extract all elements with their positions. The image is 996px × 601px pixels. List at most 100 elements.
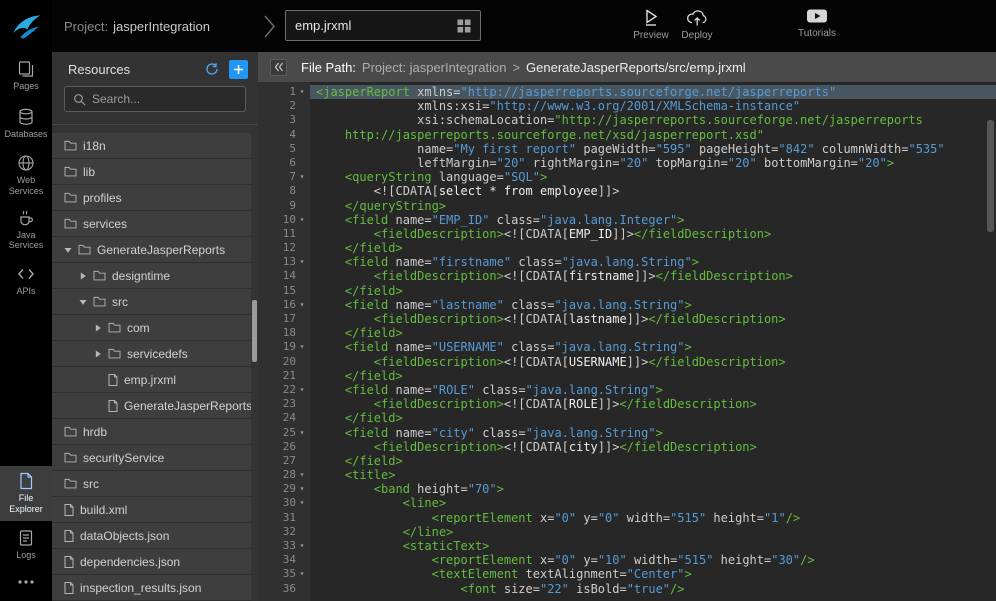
- app-logo[interactable]: [0, 0, 52, 52]
- fold-toggle-icon[interactable]: ▾: [296, 170, 308, 184]
- tree-item-build-xml[interactable]: build.xml: [52, 497, 251, 523]
- more-button[interactable]: [0, 569, 52, 601]
- code-line[interactable]: leftMargin="20" rightMargin="20" topMarg…: [310, 156, 996, 170]
- code-line[interactable]: <fieldDescription><![CDATA[USERNAME]]></…: [310, 355, 996, 369]
- tree-item-dependencies-json[interactable]: dependencies.json: [52, 549, 251, 575]
- tree-item-emp-jrxml[interactable]: emp.jrxml: [52, 367, 251, 393]
- code-line[interactable]: <jasperReport xmlns="http://jasperreport…: [310, 85, 996, 99]
- code-line[interactable]: <queryString language="SQL">: [310, 170, 996, 184]
- search-box: [64, 86, 246, 112]
- tree-item-i18n[interactable]: i18n: [52, 133, 251, 159]
- tree-item-lib[interactable]: lib: [52, 159, 251, 185]
- code-line[interactable]: <font size="22" isBold="true"/>: [310, 582, 996, 596]
- code-line[interactable]: <reportElement x="0" y="0" width="515" h…: [310, 511, 996, 525]
- code-line[interactable]: <fieldDescription><![CDATA[city]]></fiel…: [310, 440, 996, 454]
- tree-item-servicedefs[interactable]: servicedefs: [52, 341, 251, 367]
- caret-down-icon[interactable]: [79, 298, 87, 306]
- code-line[interactable]: name="My first report" pageWidth="595" p…: [310, 142, 996, 156]
- java-services-icon: [17, 209, 35, 227]
- code-line[interactable]: </field>: [310, 411, 996, 425]
- tree-item-label: securityService: [83, 451, 164, 465]
- fold-toggle-icon[interactable]: ▾: [296, 383, 308, 397]
- rail-item-logs[interactable]: Logs: [0, 521, 52, 569]
- fold-toggle-icon[interactable]: ▾: [296, 496, 308, 510]
- caret-down-icon[interactable]: [64, 246, 72, 254]
- fold-toggle-icon[interactable]: ▾: [296, 213, 308, 227]
- fold-toggle-icon[interactable]: ▾: [296, 426, 308, 440]
- fold-toggle-icon[interactable]: ▾: [296, 468, 308, 482]
- tutorials-button[interactable]: Tutorials: [789, 7, 845, 39]
- fold-toggle-icon[interactable]: ▾: [296, 567, 308, 581]
- tree-item-src[interactable]: src: [52, 471, 251, 497]
- code-line[interactable]: <fieldDescription><![CDATA[EMP_ID]]></fi…: [310, 227, 996, 241]
- deploy-button[interactable]: Deploy: [669, 7, 725, 41]
- tree-item-designtime[interactable]: designtime: [52, 263, 251, 289]
- rail-item-java-services[interactable]: Java Services: [0, 203, 52, 258]
- code-line[interactable]: <fieldDescription><![CDATA[firstname]]><…: [310, 269, 996, 283]
- code-line[interactable]: <line>: [310, 496, 996, 510]
- rail-item-pages[interactable]: Pages: [0, 52, 52, 100]
- project-name: jasperIntegration: [113, 19, 210, 34]
- caret-right-icon[interactable]: [94, 324, 102, 332]
- code-line[interactable]: <staticText>: [310, 539, 996, 553]
- rail-item-web-services[interactable]: Web Services: [0, 148, 52, 203]
- tree-item-hrdb[interactable]: hrdb: [52, 419, 251, 445]
- plus-icon: [233, 64, 244, 75]
- tree-item-dataobjects-json[interactable]: dataObjects.json: [52, 523, 251, 549]
- code-line[interactable]: xsi:schemaLocation="http://jasperreports…: [310, 113, 996, 127]
- file-selector[interactable]: emp.jrxml: [285, 10, 481, 41]
- resources-title: Resources: [68, 62, 205, 77]
- code-line[interactable]: <fieldDescription><![CDATA[ROLE]]></fiel…: [310, 397, 996, 411]
- rail-item-file-explorer[interactable]: File Explorer: [0, 466, 52, 521]
- tree-item-generatejasperreports[interactable]: GenerateJasperReports: [52, 237, 251, 263]
- code-line[interactable]: </line>: [310, 525, 996, 539]
- tree-item-generatejasperreports-s[interactable]: GenerateJasperReports.s: [52, 393, 251, 419]
- caret-right-icon[interactable]: [79, 272, 87, 280]
- code-line[interactable]: <field name="city" class="java.lang.Stri…: [310, 426, 996, 440]
- collapse-sidebar-button[interactable]: [270, 59, 287, 76]
- code-line[interactable]: </field>: [310, 326, 996, 340]
- code-line[interactable]: <title>: [310, 468, 996, 482]
- code-line[interactable]: <textElement textAlignment="Center">: [310, 567, 996, 581]
- fold-toggle-icon[interactable]: ▾: [296, 85, 308, 99]
- code-line[interactable]: xmlns:xsi="http://www.w3.org/2001/XMLSch…: [310, 99, 996, 113]
- fold-toggle-icon[interactable]: ▾: [296, 539, 308, 553]
- fold-toggle-icon[interactable]: ▾: [296, 298, 308, 312]
- code-line[interactable]: <field name="EMP_ID" class="java.lang.In…: [310, 213, 996, 227]
- code-line[interactable]: </field>: [310, 369, 996, 383]
- code-line[interactable]: </field>: [310, 284, 996, 298]
- refresh-icon[interactable]: [205, 62, 219, 76]
- code-line[interactable]: <field name="USERNAME" class="java.lang.…: [310, 340, 996, 354]
- file-icon: [108, 400, 118, 412]
- add-resource-button[interactable]: [229, 60, 248, 79]
- code-line[interactable]: <fieldDescription><![CDATA[lastname]]></…: [310, 312, 996, 326]
- code-line[interactable]: <field name="firstname" class="java.lang…: [310, 255, 996, 269]
- tree-item-com[interactable]: com: [52, 315, 251, 341]
- code-line[interactable]: <![CDATA[select * from employee]]>: [310, 184, 996, 198]
- code-line[interactable]: <band height="70">: [310, 482, 996, 496]
- rail-item-databases[interactable]: Databases: [0, 100, 52, 148]
- caret-right-icon[interactable]: [94, 350, 102, 358]
- rail-item-apis[interactable]: APIs: [0, 257, 52, 305]
- search-input[interactable]: [92, 92, 237, 106]
- code-line[interactable]: http://jasperreports.sourceforge.net/xsd…: [310, 128, 996, 142]
- code-line[interactable]: </queryString>: [310, 199, 996, 213]
- tree-item-profiles[interactable]: profiles: [52, 185, 251, 211]
- tree-item-inspection-results-json[interactable]: inspection_results.json: [52, 575, 251, 601]
- code-editor[interactable]: 1▾234567▾8910▾111213▾141516▾171819▾20212…: [258, 82, 996, 601]
- tree-item-services[interactable]: services: [52, 211, 251, 237]
- editor-scrollbar[interactable]: [987, 120, 994, 232]
- sidebar-scrollbar[interactable]: [252, 300, 257, 362]
- code-line[interactable]: </field>: [310, 454, 996, 468]
- code-line[interactable]: </field>: [310, 241, 996, 255]
- fold-toggle-icon[interactable]: ▾: [296, 340, 308, 354]
- code-line[interactable]: <reportElement x="0" y="10" width="515" …: [310, 553, 996, 567]
- code-line[interactable]: <field name="ROLE" class="java.lang.Stri…: [310, 383, 996, 397]
- line-number: 17: [258, 312, 310, 326]
- code-line[interactable]: <field name="lastname" class="java.lang.…: [310, 298, 996, 312]
- fold-toggle-icon[interactable]: ▾: [296, 255, 308, 269]
- fold-toggle-icon[interactable]: ▾: [296, 482, 308, 496]
- tree-item-src[interactable]: src: [52, 289, 251, 315]
- line-number: 36: [258, 582, 310, 596]
- tree-item-securityservice[interactable]: securityService: [52, 445, 251, 471]
